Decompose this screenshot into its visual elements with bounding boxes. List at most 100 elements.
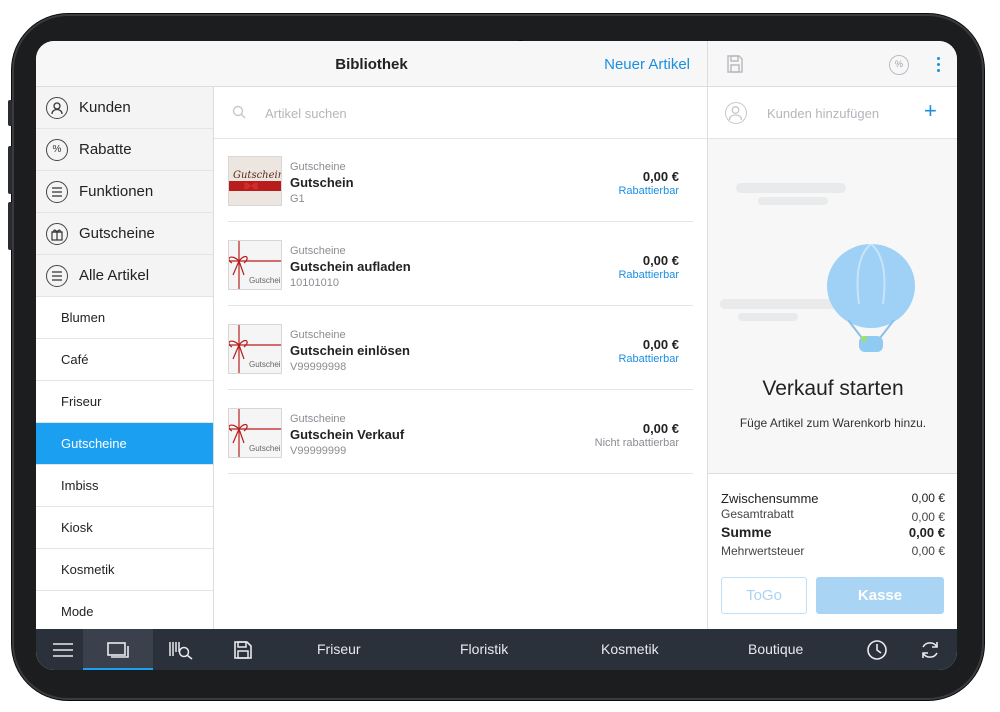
tab-floristik[interactable]: Floristik	[460, 641, 508, 657]
add-customer-bar[interactable]: Kunden hinzufügen +	[708, 87, 957, 139]
total-discount-row: Gesamtrabatt 0,00 €	[721, 507, 945, 524]
app-screen: Bibliothek Neuer Artikel % Kunden % Raba…	[36, 41, 957, 670]
togo-button[interactable]: ToGo	[721, 577, 807, 614]
tab-boutique[interactable]: Boutique	[748, 641, 803, 657]
item-name: Gutschein Verkauf	[290, 427, 405, 442]
item-discount-status: Rabattierbar	[618, 185, 679, 197]
library-view-icon[interactable]	[83, 629, 153, 670]
barcode-search-icon[interactable]	[160, 629, 202, 670]
item-price: 0,00 €	[642, 253, 679, 268]
sidebar-category-label: Blumen	[61, 310, 106, 325]
thumbnail-label: Gutschei	[249, 276, 281, 285]
cart-totals: Zwischensumme 0,00 € Gesamtrabatt 0,00 €…	[708, 473, 957, 629]
item-sku: G1	[290, 193, 305, 205]
sidebar-category-label: Kosmetik	[61, 562, 115, 577]
sidebar-item-label: Kunden	[79, 99, 131, 116]
search-bar[interactable]: Artikel suchen	[214, 87, 707, 139]
tab-friseur[interactable]: Friseur	[317, 641, 361, 657]
item-sku: 10101010	[290, 277, 339, 289]
tab-kosmetik[interactable]: Kosmetik	[601, 641, 659, 657]
sidebar-category-friseur[interactable]: Friseur	[36, 381, 213, 423]
gift-icon	[46, 222, 68, 245]
total-discount-label: Gesamtrabatt	[721, 507, 794, 521]
thumbnail-label: Gutschein	[233, 170, 282, 181]
sidebar-item-kunden[interactable]: Kunden	[36, 87, 213, 129]
new-item-button[interactable]: Neuer Artikel	[604, 56, 690, 73]
menu-lines-icon	[46, 180, 68, 203]
vat-value: 0,00 €	[911, 544, 945, 558]
sidebar-category-label: Friseur	[61, 394, 102, 409]
sum-label: Summe	[721, 524, 772, 540]
sidebar-category-kiosk[interactable]: Kiosk	[36, 507, 213, 549]
sidebar-item-alle-artikel[interactable]: Alle Artikel	[36, 255, 213, 297]
menu-lines-icon	[46, 264, 68, 287]
sidebar-category-gutscheine[interactable]: Gutscheine	[36, 423, 213, 465]
sum-value: 0,00 €	[908, 525, 945, 540]
empty-cart-subtitle: Füge Artikel zum Warenkorb hinzu.	[739, 416, 927, 430]
top-header: Bibliothek Neuer Artikel %	[36, 41, 957, 87]
cloud-decoration	[736, 183, 846, 193]
sidebar-category-label: Café	[61, 352, 89, 367]
empty-cart-title: Verkauf starten	[762, 377, 904, 400]
sidebar-category-kosmetik[interactable]: Kosmetik	[36, 549, 213, 591]
list-item[interactable]: Gutschei Gutscheine Gutschein aufladen 1…	[228, 223, 693, 306]
total-discount-value: 0,00 €	[911, 510, 945, 524]
article-list-panel: Artikel suchen Gutschein Gutscheine Guts…	[214, 87, 707, 629]
item-name: Gutschein	[290, 175, 354, 190]
sidebar-category-label: Mode	[61, 604, 94, 619]
subtotal-label: Zwischensumme	[721, 491, 819, 506]
clock-history-icon[interactable]	[856, 629, 898, 670]
search-icon	[232, 105, 246, 119]
item-category: Gutscheine	[290, 161, 346, 173]
more-vertical-icon[interactable]	[932, 55, 944, 75]
voucher-thumbnail: Gutschei	[228, 324, 282, 374]
item-sku: V99999998	[290, 361, 347, 373]
sidebar-item-rabatte[interactable]: % Rabatte	[36, 129, 213, 171]
cart-panel: Kunden hinzufügen + Verkauf starten Füge…	[707, 87, 957, 629]
sync-refresh-icon[interactable]	[909, 629, 951, 670]
item-discount-status: Rabattierbar	[618, 353, 679, 365]
item-discount-status: Rabattierbar	[618, 269, 679, 281]
sidebar-item-label: Rabatte	[79, 141, 132, 158]
item-name: Gutschein einlösen	[290, 343, 410, 358]
hot-air-balloon-icon	[827, 244, 915, 352]
sidebar-category-label: Kiosk	[61, 520, 93, 535]
device-volume-down	[8, 202, 12, 250]
sidebar-item-label: Gutscheine	[79, 225, 155, 242]
cloud-decoration	[738, 313, 798, 321]
save-icon[interactable]	[725, 54, 745, 74]
voucher-thumbnail: Gutschei	[228, 240, 282, 290]
list-item[interactable]: Gutschei Gutscheine Gutschein Verkauf V9…	[228, 391, 693, 474]
sidebar-category-label: Gutscheine	[61, 436, 127, 451]
cloud-decoration	[720, 299, 840, 309]
thumbnail-label: Gutschei	[249, 360, 281, 369]
vat-row: Mehrwertsteuer 0,00 €	[721, 544, 945, 558]
bottom-toolbar: Friseur Floristik Kosmetik Boutique	[36, 629, 957, 670]
header-divider	[707, 41, 708, 87]
subtotal-row: Zwischensumme 0,00 €	[721, 491, 945, 506]
subtotal-value: 0,00 €	[911, 491, 945, 505]
sidebar-item-gutscheine[interactable]: Gutscheine	[36, 213, 213, 255]
list-item[interactable]: Gutschei Gutscheine Gutschein einlösen V…	[228, 307, 693, 390]
item-price: 0,00 €	[642, 169, 679, 184]
discount-percent-icon[interactable]: %	[889, 55, 909, 75]
sidebar-category-blumen[interactable]: Blumen	[36, 297, 213, 339]
hamburger-menu-icon[interactable]	[42, 629, 84, 670]
sidebar-category-mode[interactable]: Mode	[36, 591, 213, 629]
voucher-thumbnail: Gutschei	[228, 408, 282, 458]
add-customer-plus-icon[interactable]: +	[924, 99, 937, 123]
sidebar-category-cafe[interactable]: Café	[36, 339, 213, 381]
list-item[interactable]: Gutschein Gutscheine Gutschein G1 0,00 €…	[228, 139, 693, 222]
sum-row: Summe 0,00 €	[721, 524, 945, 540]
device-side-button	[8, 100, 12, 126]
customer-input[interactable]: Kunden hinzufügen	[767, 106, 879, 121]
sidebar-category-imbiss[interactable]: Imbiss	[36, 465, 213, 507]
sidebar-item-funktionen[interactable]: Funktionen	[36, 171, 213, 213]
checkout-button[interactable]: Kasse	[816, 577, 944, 614]
cloud-decoration	[758, 197, 828, 205]
device-volume-up	[8, 146, 12, 194]
item-discount-status: Nicht rabattierbar	[594, 437, 679, 449]
percent-icon: %	[46, 138, 68, 161]
search-input[interactable]: Artikel suchen	[265, 106, 347, 121]
save-icon[interactable]	[222, 629, 264, 670]
